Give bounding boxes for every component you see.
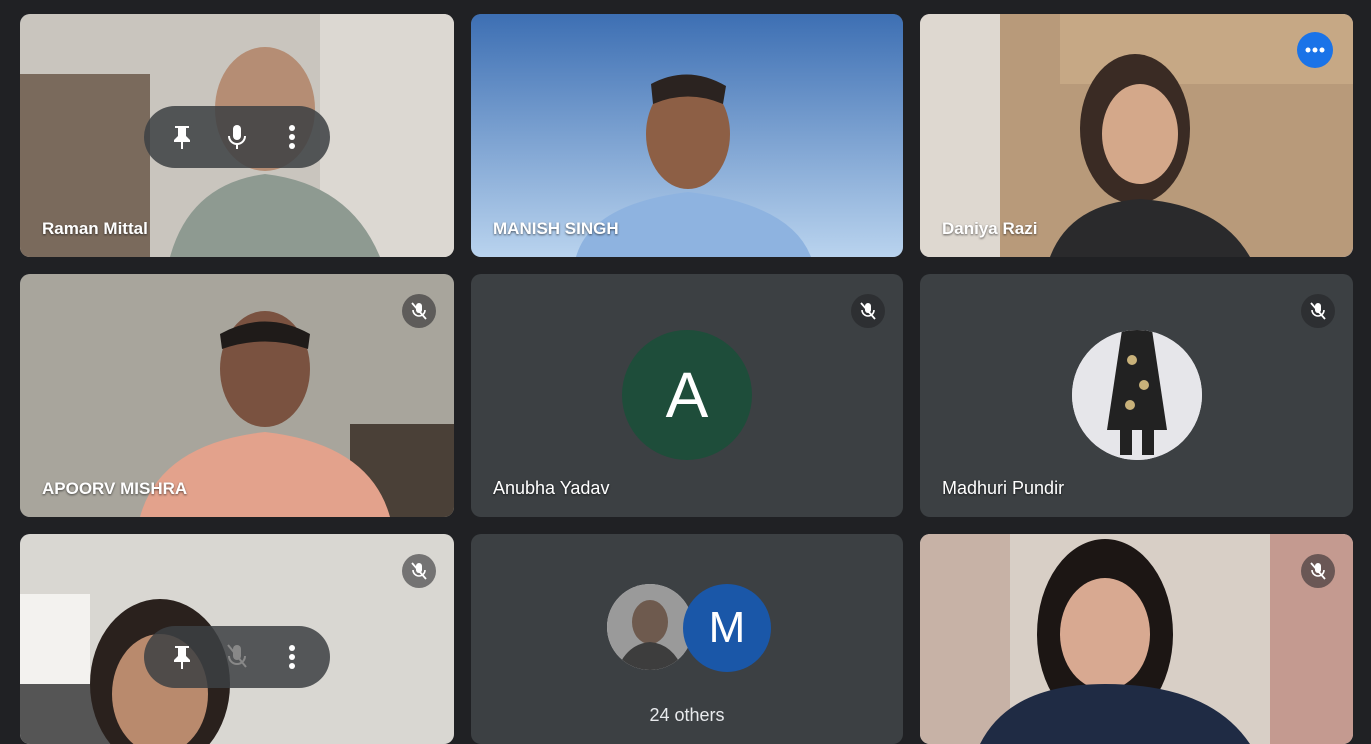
participant-tile-apoorv[interactable]: APOORV MISHRA bbox=[20, 274, 454, 517]
microphone-off-icon bbox=[851, 294, 885, 328]
avatar-letter: A bbox=[665, 359, 709, 431]
more-vert-icon[interactable] bbox=[272, 117, 312, 157]
microphone-off-icon bbox=[1301, 554, 1335, 588]
participant-tile-madhuri[interactable]: Madhuri Pundir bbox=[920, 274, 1353, 517]
microphone-off-icon bbox=[402, 554, 436, 588]
participant-name: APOORV MISHRA bbox=[42, 479, 188, 498]
tile-controls bbox=[144, 106, 330, 168]
avatar bbox=[607, 584, 693, 670]
participant-name: Madhuri Pundir bbox=[942, 478, 1065, 498]
participant-tile-raman[interactable]: Raman Mittal bbox=[20, 14, 454, 257]
avatar bbox=[1072, 330, 1202, 460]
microphone-off-icon[interactable] bbox=[217, 637, 257, 677]
avatar-letter: M bbox=[708, 603, 746, 652]
participant-name: Daniya Razi bbox=[942, 219, 1038, 238]
others-count: 24 others bbox=[649, 705, 725, 725]
pin-icon[interactable] bbox=[162, 637, 202, 677]
others-tile[interactable]: M 24 others bbox=[471, 534, 903, 744]
pin-icon[interactable] bbox=[162, 117, 202, 157]
participant-tile-9[interactable] bbox=[920, 534, 1353, 744]
more-horiz-icon[interactable] bbox=[1297, 32, 1333, 68]
participant-name: MANISH SINGH bbox=[493, 219, 619, 238]
avatar: M bbox=[683, 584, 771, 672]
participant-name: Raman Mittal bbox=[42, 219, 148, 238]
microphone-icon[interactable] bbox=[217, 117, 257, 157]
participant-tile-daniya[interactable]: Daniya Razi bbox=[920, 14, 1353, 257]
microphone-off-icon bbox=[1301, 294, 1335, 328]
participant-name: Anubha Yadav bbox=[493, 478, 610, 498]
microphone-off-icon bbox=[402, 294, 436, 328]
video-feed bbox=[920, 534, 1353, 744]
more-vert-icon[interactable] bbox=[272, 637, 312, 677]
participant-tile-anubha[interactable]: A Anubha Yadav bbox=[471, 274, 903, 517]
tile-controls bbox=[144, 626, 330, 688]
avatar: A bbox=[622, 330, 752, 460]
participant-tile-manish[interactable]: MANISH SINGH bbox=[471, 14, 903, 257]
participant-tile-7[interactable] bbox=[20, 534, 454, 744]
